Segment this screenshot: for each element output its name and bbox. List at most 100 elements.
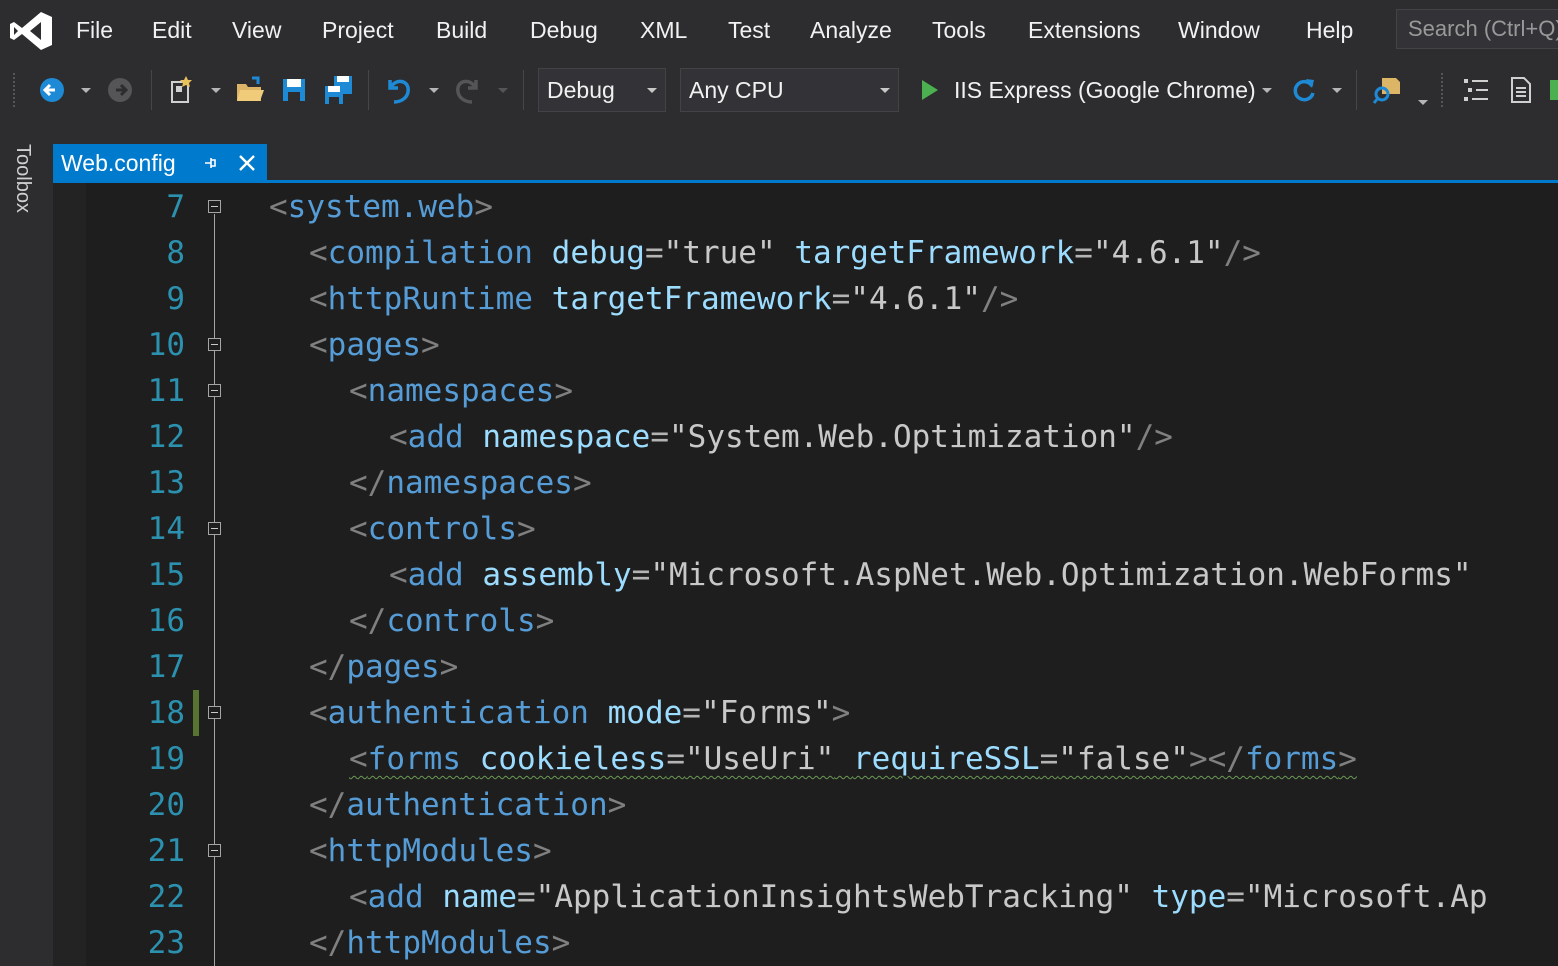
- code-text[interactable]: </namespaces>: [349, 460, 592, 506]
- code-line[interactable]: 13 </namespaces>: [53, 460, 1558, 506]
- xml-bracket: >: [535, 603, 555, 639]
- code-text[interactable]: <forms cookieless="UseUri" requireSSL="f…: [349, 736, 1357, 782]
- xml-space: [464, 419, 483, 455]
- code-text[interactable]: <compilation debug="true" targetFramewor…: [309, 230, 1261, 276]
- code-text[interactable]: </authentication>: [309, 782, 626, 828]
- xml-bracket: >: [1338, 741, 1357, 777]
- tab-web-config[interactable]: Web.config: [53, 144, 267, 182]
- menu-test[interactable]: Test: [728, 14, 770, 46]
- menu-help[interactable]: Help: [1306, 14, 1353, 46]
- code-text[interactable]: <add namespace="System.Web.Optimization"…: [389, 414, 1173, 460]
- xml-attribute-value: "ApplicationInsightsWebTracking": [535, 879, 1133, 915]
- code-text[interactable]: <namespaces>: [349, 368, 573, 414]
- run-target-dropdown-caret[interactable]: [1262, 88, 1272, 93]
- document-icon[interactable]: [1508, 76, 1534, 104]
- menu-view[interactable]: View: [232, 14, 281, 46]
- code-text[interactable]: <authentication mode="Forms">: [309, 690, 850, 736]
- redo-dropdown-caret[interactable]: [498, 88, 508, 93]
- start-debugging-button[interactable]: IIS Express (Google Chrome): [954, 73, 1256, 107]
- solution-platform-dropdown[interactable]: Any CPU: [680, 68, 899, 112]
- close-icon[interactable]: [237, 153, 257, 173]
- search-input[interactable]: Search (Ctrl+Q): [1396, 9, 1558, 49]
- code-line[interactable]: 21 <httpModules>: [53, 828, 1558, 874]
- menu-file[interactable]: File: [76, 14, 113, 46]
- code-line[interactable]: 10 <pages>: [53, 322, 1558, 368]
- find-in-files-icon[interactable]: [1372, 74, 1404, 106]
- toolbar-separator: [1356, 70, 1357, 110]
- code-editor[interactable]: 7 <system.web> 8 <compilation debug="true" …: [53, 183, 1558, 966]
- menu-debug[interactable]: Debug: [530, 14, 598, 46]
- code-line[interactable]: 8 <compilation debug="true" targetFramewo…: [53, 230, 1558, 276]
- menu-edit[interactable]: Edit: [152, 14, 192, 46]
- open-file-icon[interactable]: [234, 74, 266, 106]
- code-text[interactable]: <controls>: [349, 506, 536, 552]
- collapse-region-icon[interactable]: [208, 844, 221, 857]
- xml-bracket: <: [309, 695, 328, 731]
- collapse-region-icon[interactable]: [208, 706, 221, 719]
- code-text[interactable]: <pages>: [309, 322, 440, 368]
- tab-title: Web.config: [61, 150, 176, 176]
- undo-icon[interactable]: [384, 74, 414, 106]
- menu-tools[interactable]: Tools: [932, 14, 986, 46]
- undo-dropdown-caret[interactable]: [429, 88, 439, 93]
- refresh-icon[interactable]: [1290, 76, 1318, 104]
- code-text[interactable]: <add name="ApplicationInsightsWebTrackin…: [349, 874, 1488, 920]
- collapse-region-icon[interactable]: [208, 338, 221, 351]
- xml-tag-name: httpModules: [346, 925, 552, 961]
- code-text[interactable]: </httpModules>: [309, 920, 570, 966]
- toolbar-grip[interactable]: [1440, 72, 1444, 108]
- toolbox-tab[interactable]: Toolbox: [8, 144, 38, 234]
- toolbar-grip[interactable]: [12, 72, 16, 108]
- menu-build[interactable]: Build: [436, 14, 487, 46]
- menu-xml[interactable]: XML: [640, 14, 687, 46]
- start-icon[interactable]: [918, 78, 942, 102]
- code-line[interactable]: 19 <forms cookieless="UseUri" requireSSL=…: [53, 736, 1558, 782]
- code-line[interactable]: 17 </pages>: [53, 644, 1558, 690]
- xml-attribute-value: "Microsoft.Ap: [1244, 879, 1488, 915]
- save-all-icon[interactable]: [322, 74, 354, 106]
- menu-project[interactable]: Project: [322, 14, 394, 46]
- code-line[interactable]: 11 <namespaces>: [53, 368, 1558, 414]
- code-text[interactable]: </controls>: [349, 598, 554, 644]
- solution-configuration-dropdown[interactable]: Debug: [538, 68, 666, 112]
- partial-green-icon[interactable]: [1548, 76, 1558, 104]
- code-line[interactable]: 12 <add namespace="System.Web.Optimizatio…: [53, 414, 1558, 460]
- warning-squiggle[interactable]: <forms cookieless="UseUri" requireSSL="f…: [349, 741, 1357, 777]
- code-text[interactable]: <httpRuntime targetFramework="4.6.1"/>: [309, 276, 1018, 322]
- xml-bracket: <: [309, 833, 328, 869]
- code-line[interactable]: 7 <system.web>: [53, 184, 1558, 230]
- code-line[interactable]: 18 <authentication mode="Forms">: [53, 690, 1558, 736]
- save-icon[interactable]: [280, 76, 308, 104]
- back-icon[interactable]: [38, 76, 66, 104]
- code-line[interactable]: 23 </httpModules>: [53, 920, 1558, 966]
- code-line[interactable]: 22 <add name="ApplicationInsightsWebTrack…: [53, 874, 1558, 920]
- code-text[interactable]: </pages>: [309, 644, 458, 690]
- menu-analyze[interactable]: Analyze: [810, 14, 892, 46]
- collapse-region-icon[interactable]: [208, 384, 221, 397]
- code-line[interactable]: 14 <controls>: [53, 506, 1558, 552]
- code-text[interactable]: <httpModules>: [309, 828, 552, 874]
- code-line[interactable]: 20 </authentication>: [53, 782, 1558, 828]
- forward-icon[interactable]: [106, 76, 134, 104]
- code-line[interactable]: 9 <httpRuntime targetFramework="4.6.1"/>: [53, 276, 1558, 322]
- list-icon[interactable]: [1462, 76, 1492, 104]
- code-line[interactable]: 15 <add assembly="Microsoft.AspNet.Web.Op…: [53, 552, 1558, 598]
- back-dropdown-caret[interactable]: [81, 88, 91, 93]
- code-text[interactable]: <system.web>: [269, 184, 493, 230]
- code-text[interactable]: <add assembly="Microsoft.AspNet.Web.Opti…: [389, 552, 1472, 598]
- new-project-icon[interactable]: [166, 74, 198, 106]
- xml-bracket: >: [831, 695, 851, 731]
- redo-icon[interactable]: [452, 74, 482, 106]
- code-line[interactable]: 16 </controls>: [53, 598, 1558, 644]
- toolbar-overflow-caret[interactable]: [1418, 100, 1428, 105]
- xml-bracket: <: [349, 879, 368, 915]
- menu-extensions[interactable]: Extensions: [1028, 14, 1141, 46]
- chevron-down-icon: [647, 88, 657, 93]
- refresh-dropdown-caret[interactable]: [1332, 88, 1342, 93]
- line-number: 17: [147, 649, 185, 685]
- new-project-dropdown-caret[interactable]: [211, 88, 221, 93]
- collapse-region-icon[interactable]: [208, 200, 221, 213]
- menu-window[interactable]: Window: [1178, 14, 1260, 46]
- pin-icon[interactable]: [201, 154, 219, 172]
- collapse-region-icon[interactable]: [208, 522, 221, 535]
